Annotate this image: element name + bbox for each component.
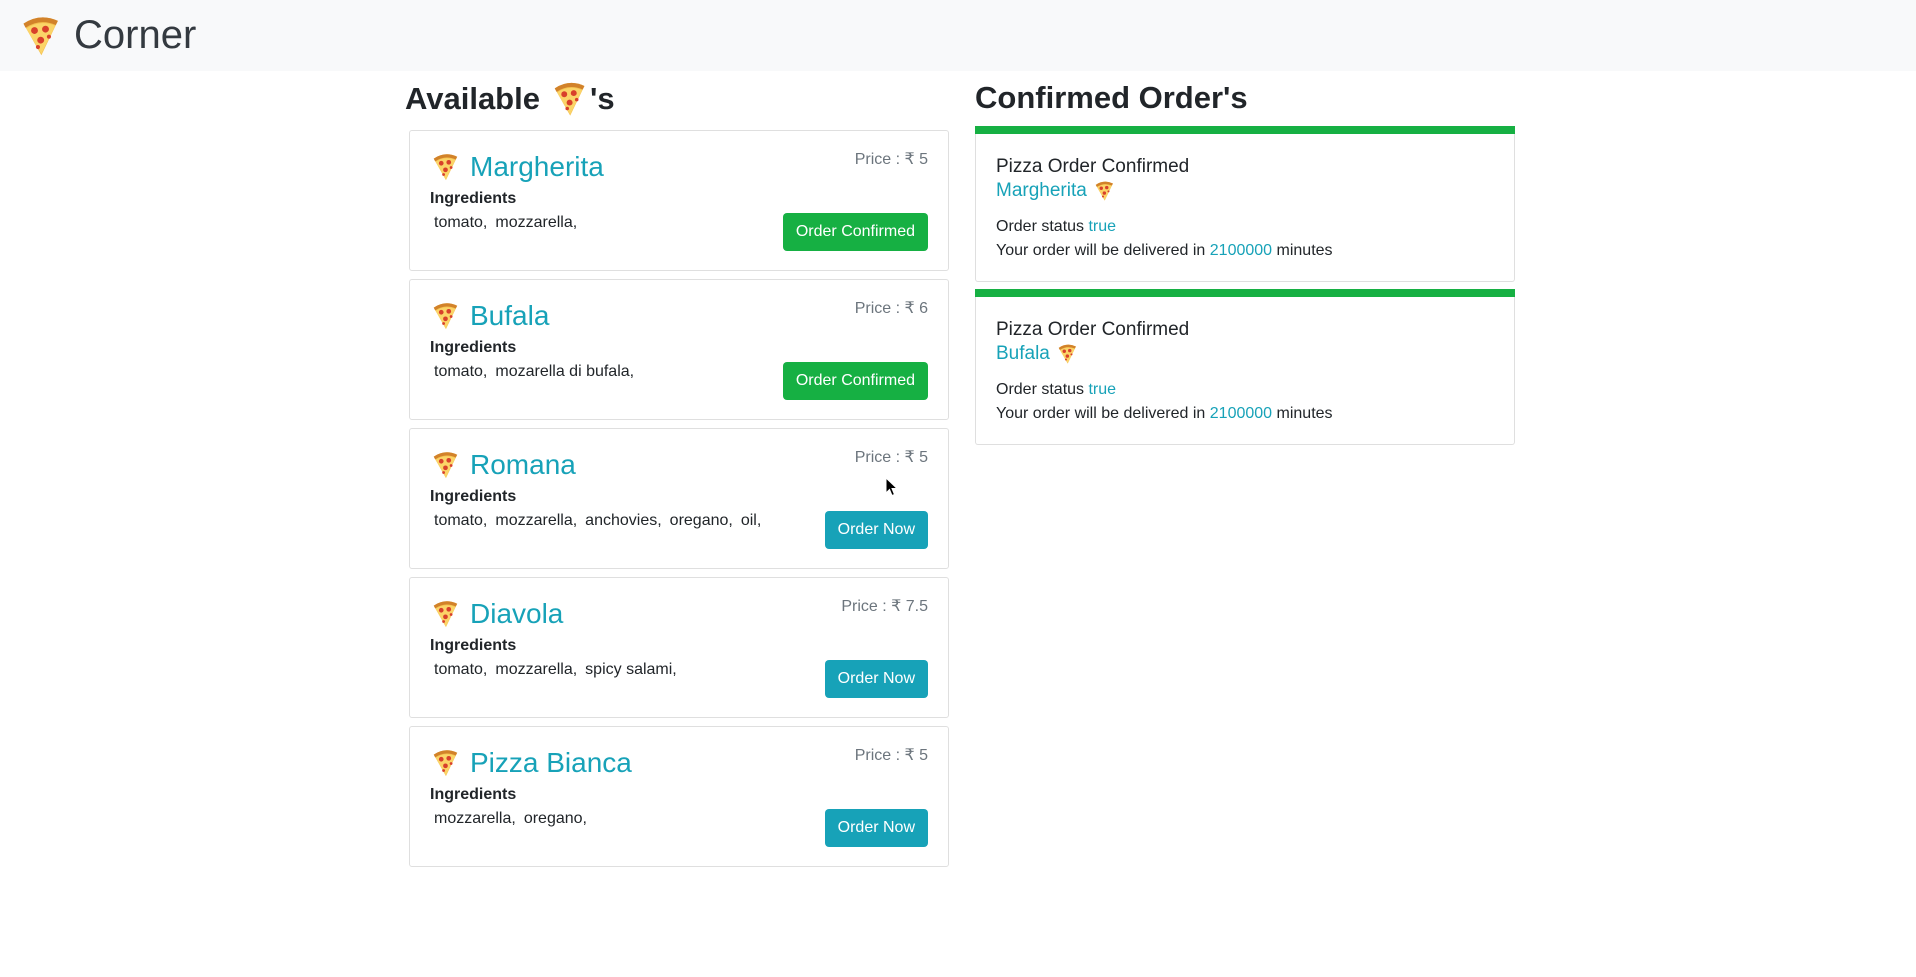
ingredients-list: tomato, mozzarella, spicy salami,	[434, 661, 677, 679]
brand-link[interactable]: Corner	[18, 13, 196, 58]
ingredient: mozzarella,	[495, 214, 578, 231]
order-pizza: Bufala	[996, 343, 1078, 365]
confirmed-order-card: Pizza Order Confirmed Margherita Order s…	[975, 126, 1515, 282]
pizza-icon	[430, 301, 460, 331]
pizza-card-margherita: Margherita Price : ₹ 5 Ingredients tomat…	[409, 130, 949, 271]
ingredient: tomato,	[434, 512, 488, 529]
ingredient: tomato,	[434, 214, 488, 231]
pizza-price: Price : ₹ 7.5	[841, 598, 928, 615]
pizza-name: Romana	[470, 449, 576, 480]
ingredient: anchovies,	[585, 512, 662, 529]
ingredients-list: mozzarella, oregano,	[434, 810, 587, 828]
available-heading-prefix: Available	[405, 81, 540, 116]
pizza-card-pizza-bianca: Pizza Bianca Price : ₹ 5 Ingredients moz…	[409, 726, 949, 867]
ingredients-list: tomato, mozzarella,	[434, 214, 577, 232]
success-bar	[975, 126, 1515, 134]
available-heading-suffix: 's	[589, 81, 615, 116]
brand-text: Corner	[74, 13, 197, 57]
ingredients-label: Ingredients	[430, 488, 517, 505]
pizza-name: Pizza Bianca	[470, 747, 632, 778]
pizza-icon	[430, 748, 460, 778]
ingredient: oil,	[740, 512, 762, 529]
pizza-title: Pizza Bianca	[430, 747, 632, 779]
confirmed-order-card: Pizza Order Confirmed Bufala Order statu…	[975, 289, 1515, 445]
ingredient: mozzarella,	[495, 661, 578, 678]
order-now-button[interactable]: Order Now	[824, 809, 928, 847]
order-title: Pizza Order Confirmed	[996, 156, 1190, 177]
order-status: Order status true	[996, 381, 1116, 399]
pizza-icon	[430, 450, 460, 480]
success-bar	[975, 289, 1515, 297]
pizza-title: Margherita	[430, 151, 604, 183]
order-status-label: Order status	[996, 218, 1085, 235]
pizza-card-romana: Romana Price : ₹ 5 Ingredients tomato, m…	[409, 428, 949, 569]
ingredients-label: Ingredients	[430, 339, 517, 356]
pizza-name: Diavola	[470, 598, 564, 629]
pizza-title: Diavola	[430, 598, 563, 630]
delivery-prefix: Your order will be delivered in	[996, 405, 1206, 422]
ingredients-label: Ingredients	[430, 786, 517, 803]
pizza-price: Price : ₹ 6	[854, 300, 928, 317]
order-status-label: Order status	[996, 381, 1085, 398]
pizza-icon	[430, 599, 460, 629]
order-delivery: Your order will be delivered in 2100000 …	[996, 242, 1333, 260]
pizza-icon	[430, 152, 460, 182]
delivery-suffix: minutes	[1276, 405, 1333, 422]
ingredients-list: tomato, mozarella di bufala,	[434, 363, 634, 381]
ingredient: mozzarella,	[495, 512, 578, 529]
pizza-name: Bufala	[470, 300, 550, 331]
order-title: Pizza Order Confirmed	[996, 319, 1190, 340]
ingredient: tomato,	[434, 363, 488, 380]
pizza-price: Price : ₹ 5	[854, 747, 928, 764]
mouse-cursor-icon	[885, 477, 899, 497]
pizza-name: Margherita	[470, 151, 604, 182]
order-now-button[interactable]: Order Now	[824, 511, 928, 549]
ingredients-label: Ingredients	[430, 190, 517, 207]
pizza-price: Price : ₹ 5	[854, 449, 928, 466]
order-delivery: Your order will be delivered in 2100000 …	[996, 405, 1333, 423]
ingredients-label: Ingredients	[430, 637, 517, 654]
order-pizza: Margherita	[996, 180, 1115, 202]
order-pizza-name: Margherita	[996, 180, 1087, 201]
pizza-icon	[1093, 180, 1115, 202]
pizza-card-bufala: Bufala Price : ₹ 6 Ingredients tomato, m…	[409, 279, 949, 420]
ingredients-list: tomato, mozzarella, anchovies, oregano, …	[434, 512, 761, 530]
pizza-price: Price : ₹ 5	[854, 151, 928, 168]
pizza-title: Romana	[430, 449, 576, 481]
ingredient: oregano,	[669, 512, 733, 529]
ingredient: mozzarella,	[434, 810, 516, 827]
order-now-button[interactable]: Order Now	[824, 660, 928, 698]
pizza-icon	[18, 14, 62, 58]
ingredient: tomato,	[434, 661, 488, 678]
order-confirmed-button[interactable]: Order Confirmed	[782, 362, 928, 400]
delivery-prefix: Your order will be delivered in	[996, 242, 1206, 259]
ingredient: mozarella di bufala,	[495, 363, 635, 380]
confirmed-heading: Confirmed Order's	[975, 80, 1248, 115]
order-status-value: true	[1088, 381, 1117, 398]
order-status-value: true	[1088, 218, 1117, 235]
pizza-title: Bufala	[430, 300, 549, 332]
ingredient: spicy salami,	[585, 661, 677, 678]
order-confirmed-button[interactable]: Order Confirmed	[782, 213, 928, 251]
ingredient: oregano,	[523, 810, 587, 827]
navbar: Corner	[0, 0, 1916, 71]
pizza-icon	[1056, 343, 1078, 365]
delivery-value: 2100000	[1209, 242, 1273, 259]
pizza-card-diavola: Diavola Price : ₹ 7.5 Ingredients tomato…	[409, 577, 949, 718]
delivery-value: 2100000	[1209, 405, 1273, 422]
order-status: Order status true	[996, 218, 1116, 236]
delivery-suffix: minutes	[1276, 242, 1333, 259]
available-heading: Available 's	[405, 80, 615, 118]
order-pizza-name: Bufala	[996, 343, 1050, 364]
pizza-icon	[550, 80, 588, 118]
